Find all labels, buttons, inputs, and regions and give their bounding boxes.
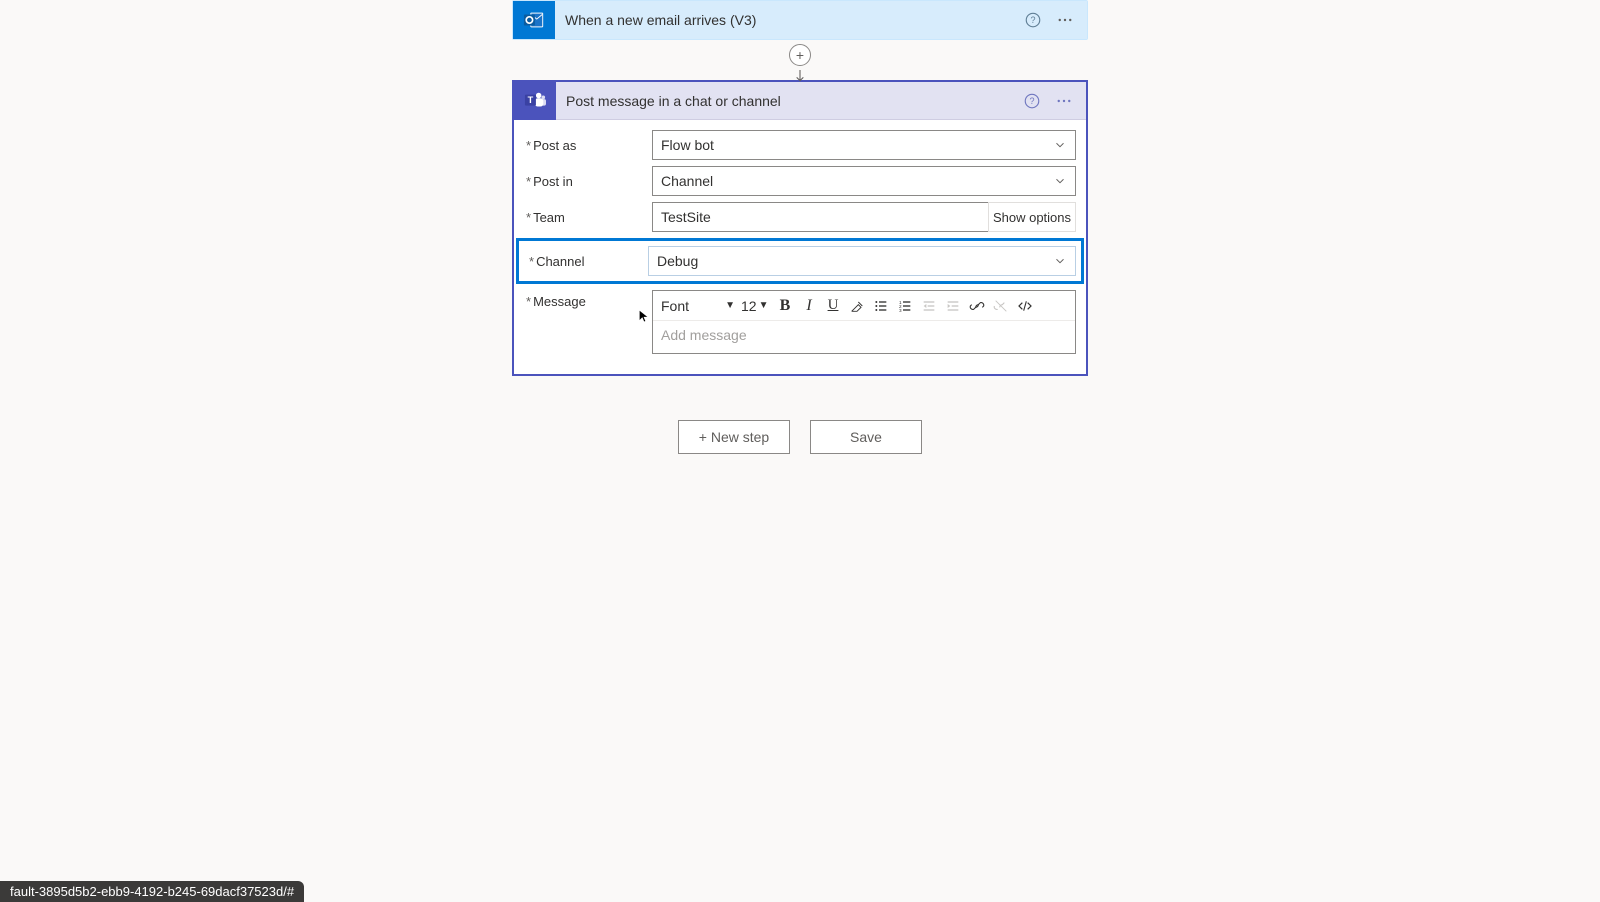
caret-down-icon: ▼ bbox=[725, 300, 735, 311]
new-step-button[interactable]: + New step bbox=[678, 420, 790, 454]
font-size-select[interactable]: 12 ▼ bbox=[739, 298, 773, 314]
show-options-button[interactable]: Show options bbox=[988, 202, 1076, 232]
post-in-label: *Post in bbox=[524, 174, 652, 189]
message-label: *Message bbox=[524, 290, 652, 309]
font-family-select[interactable]: Font ▼ bbox=[657, 294, 739, 318]
team-row: *Team TestSite Show options bbox=[524, 202, 1076, 232]
unlink-button[interactable] bbox=[989, 294, 1013, 318]
svg-text:?: ? bbox=[1030, 15, 1035, 25]
outdent-button[interactable] bbox=[917, 294, 941, 318]
team-input[interactable]: TestSite bbox=[652, 202, 988, 232]
post-as-label: *Post as bbox=[524, 138, 652, 153]
post-as-row: *Post as Flow bot bbox=[524, 130, 1076, 160]
editor-toolbar: Font ▼ 12 ▼ B I U bbox=[653, 291, 1075, 321]
team-label: *Team bbox=[524, 210, 652, 225]
trigger-step[interactable]: When a new email arrives (V3) ? bbox=[512, 0, 1088, 40]
action-title: Post message in a chat or channel bbox=[556, 93, 1016, 109]
add-step-icon[interactable]: + bbox=[789, 44, 811, 66]
chevron-down-icon bbox=[1053, 174, 1067, 188]
message-row: *Message Font ▼ 12 ▼ B I U bbox=[524, 290, 1076, 354]
trigger-title: When a new email arrives (V3) bbox=[555, 12, 1017, 28]
status-url: fault-3895d5b2-ebb9-4192-b245-69dacf3752… bbox=[0, 881, 304, 902]
svg-text:?: ? bbox=[1029, 96, 1034, 106]
help-icon[interactable]: ? bbox=[1016, 85, 1048, 117]
channel-select[interactable]: Debug bbox=[648, 246, 1076, 276]
teams-icon: T bbox=[514, 82, 556, 120]
save-button[interactable]: Save bbox=[810, 420, 922, 454]
italic-button[interactable]: I bbox=[797, 294, 821, 318]
bullet-list-button[interactable] bbox=[869, 294, 893, 318]
post-as-select[interactable]: Flow bot bbox=[652, 130, 1076, 160]
post-in-value: Channel bbox=[661, 173, 713, 189]
highlight-button[interactable] bbox=[845, 294, 869, 318]
message-input[interactable]: Add message bbox=[653, 321, 1075, 353]
more-icon[interactable] bbox=[1048, 85, 1080, 117]
underline-button[interactable]: U bbox=[821, 294, 845, 318]
team-value: TestSite bbox=[661, 209, 711, 225]
svg-text:3: 3 bbox=[899, 308, 902, 313]
svg-text:T: T bbox=[528, 94, 534, 104]
action-step: T Post message in a chat or channel ? *P… bbox=[512, 80, 1088, 376]
channel-value: Debug bbox=[657, 253, 698, 269]
code-view-button[interactable] bbox=[1013, 294, 1037, 318]
action-buttons: + New step Save bbox=[678, 420, 922, 454]
more-icon[interactable] bbox=[1049, 4, 1081, 36]
arrow-down-icon bbox=[792, 68, 808, 84]
post-in-select[interactable]: Channel bbox=[652, 166, 1076, 196]
chevron-down-icon bbox=[1053, 254, 1067, 268]
outlook-icon bbox=[513, 1, 555, 39]
bold-button[interactable]: B bbox=[773, 294, 797, 318]
chevron-down-icon bbox=[1053, 138, 1067, 152]
post-as-value: Flow bot bbox=[661, 137, 714, 153]
channel-row-highlight: *Channel Debug bbox=[516, 238, 1084, 284]
channel-label: *Channel bbox=[524, 254, 648, 269]
post-in-row: *Post in Channel bbox=[524, 166, 1076, 196]
indent-button[interactable] bbox=[941, 294, 965, 318]
numbered-list-button[interactable]: 123 bbox=[893, 294, 917, 318]
link-button[interactable] bbox=[965, 294, 989, 318]
help-icon[interactable]: ? bbox=[1017, 4, 1049, 36]
caret-down-icon: ▼ bbox=[759, 300, 769, 311]
message-editor: Font ▼ 12 ▼ B I U bbox=[652, 290, 1076, 354]
